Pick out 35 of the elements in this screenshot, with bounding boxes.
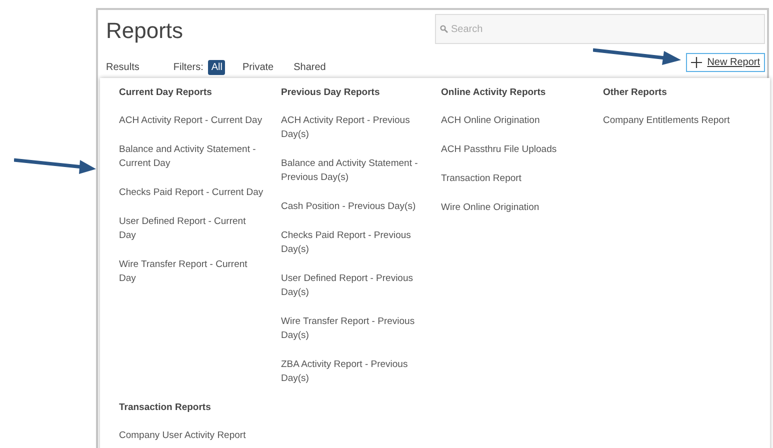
- search-field[interactable]: Search: [435, 14, 765, 44]
- report-link[interactable]: ACH Online Origination: [441, 114, 586, 128]
- arrow-icon: [593, 48, 681, 66]
- report-link[interactable]: Company User Activity Report: [119, 429, 264, 443]
- filter-tab[interactable]: Shared: [290, 60, 329, 75]
- filter-tab[interactable]: All: [208, 60, 226, 75]
- report-link[interactable]: Transaction Report: [441, 172, 586, 186]
- page-title: Reports: [106, 18, 184, 44]
- report-link[interactable]: Wire Transfer Report - Previous Day(s): [281, 315, 426, 343]
- results-label: Results: [106, 62, 140, 73]
- report-link[interactable]: Checks Paid Report - Current Day: [119, 186, 264, 200]
- report-link[interactable]: ACH Passthru File Uploads: [441, 143, 586, 157]
- report-link[interactable]: ZBA Activity Report - Previous Day(s): [281, 358, 426, 386]
- report-link[interactable]: Wire Online Origination: [441, 201, 586, 215]
- filters-label: Filters:: [173, 62, 204, 73]
- report-link[interactable]: Company Entitlements Report: [603, 114, 748, 128]
- report-link[interactable]: Balance and Activity Statement - Current Day: [119, 143, 264, 171]
- arrow-icon: [14, 156, 96, 174]
- report-link[interactable]: Wire Transfer Report - Current Day: [119, 258, 264, 286]
- group-heading: Other Reports: [603, 86, 668, 100]
- report-link[interactable]: User Defined Report - Current Day: [119, 215, 264, 243]
- report-link[interactable]: Checks Paid Report - Previous Day(s): [281, 229, 426, 257]
- report-link[interactable]: Balance and Activity Statement - Previous Day(s): [281, 157, 426, 185]
- search-icon: [440, 25, 448, 33]
- plus-icon: [691, 57, 702, 68]
- report-link[interactable]: User Defined Report - Previous Day(s): [281, 272, 426, 300]
- group-heading: Transaction Reports: [119, 401, 212, 415]
- report-link[interactable]: Cash Position - Previous Day(s): [281, 200, 426, 214]
- report-link[interactable]: ACH Activity Report - Current Day: [119, 114, 264, 128]
- group-heading: Current Day Reports: [119, 86, 213, 100]
- filter-tab[interactable]: Private: [239, 60, 277, 75]
- report-link[interactable]: ACH Activity Report - Previous Day(s): [281, 114, 426, 142]
- new-report-button[interactable]: New Report: [686, 53, 765, 72]
- group-heading: Online Activity Reports: [441, 86, 547, 100]
- group-heading: Previous Day Reports: [281, 86, 381, 100]
